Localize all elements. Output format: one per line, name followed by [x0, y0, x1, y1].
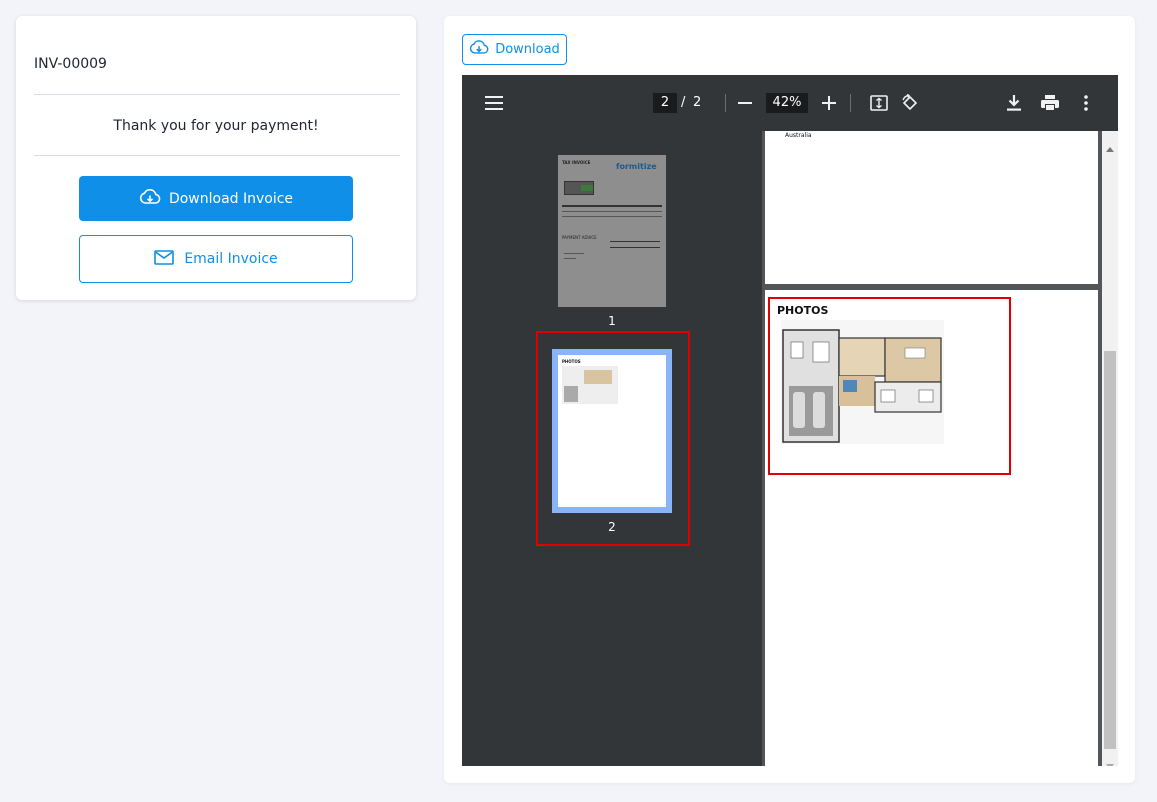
- thumb-qr-block: [564, 181, 594, 195]
- toolbar-divider: [850, 94, 851, 112]
- thank-you-message: Thank you for your payment!: [113, 118, 319, 134]
- cloud-download-icon: [139, 188, 161, 209]
- download-invoice-label: Download Invoice: [168, 190, 294, 207]
- page-scrollbar[interactable]: [1102, 131, 1118, 766]
- pdf-viewer: 2 / 2 42% TAX INVOICE formitize PAYMENT …: [462, 75, 1118, 766]
- mail-icon: [154, 249, 175, 269]
- download-button[interactable]: Download: [462, 34, 567, 65]
- pdf-page-1: Australia: [765, 131, 1098, 284]
- page-view: Australia PHOTOS: [762, 131, 1118, 766]
- page1-text: Australia: [785, 132, 812, 139]
- scroll-down-icon[interactable]: [1106, 755, 1114, 766]
- email-invoice-label: Email Invoice: [184, 251, 278, 267]
- zoom-in-icon[interactable]: [821, 95, 837, 111]
- thumb-brand-logo: formitize: [616, 162, 657, 171]
- page-separator: /: [681, 95, 686, 110]
- toolbar-divider: [725, 94, 726, 112]
- thumbnail-sidebar: TAX INVOICE formitize PAYMENT ADVICE 1 P…: [462, 131, 762, 766]
- menu-icon[interactable]: [484, 94, 504, 112]
- thumbnail-label-1: 1: [608, 314, 616, 328]
- page-number-input[interactable]: 2: [653, 93, 677, 113]
- page-thumbnail-1[interactable]: TAX INVOICE formitize PAYMENT ADVICE: [558, 155, 666, 307]
- divider: [34, 155, 400, 156]
- download-label: Download: [495, 42, 560, 57]
- scrollbar-thumb[interactable]: [1104, 351, 1116, 749]
- pdf-toolbar: 2 / 2 42%: [462, 75, 1118, 131]
- invoice-number: INV-00009: [34, 56, 107, 72]
- highlight-box: [768, 297, 1011, 475]
- email-invoice-button[interactable]: Email Invoice: [79, 235, 353, 283]
- zoom-out-icon[interactable]: [737, 95, 753, 111]
- more-options-icon[interactable]: [1078, 93, 1094, 113]
- page-total: 2: [693, 95, 702, 110]
- fit-page-icon[interactable]: [869, 94, 889, 112]
- highlight-box: [536, 331, 690, 546]
- print-icon[interactable]: [1039, 93, 1061, 113]
- zoom-level-input[interactable]: 42%: [766, 93, 808, 113]
- scroll-up-icon[interactable]: [1106, 137, 1114, 156]
- thumb-payment-advice: PAYMENT ADVICE: [562, 235, 597, 240]
- pdf-preview-card: Download 2 / 2 42% TAX INVOICE formitize…: [444, 16, 1135, 783]
- download-icon[interactable]: [1004, 93, 1024, 113]
- rotate-icon[interactable]: [900, 93, 920, 113]
- download-invoice-button[interactable]: Download Invoice: [79, 176, 353, 221]
- invoice-card: INV-00009 Thank you for your payment! Do…: [16, 16, 416, 300]
- divider: [34, 94, 400, 95]
- thumb-invoice-header: TAX INVOICE: [562, 160, 591, 165]
- cloud-download-icon: [469, 40, 489, 59]
